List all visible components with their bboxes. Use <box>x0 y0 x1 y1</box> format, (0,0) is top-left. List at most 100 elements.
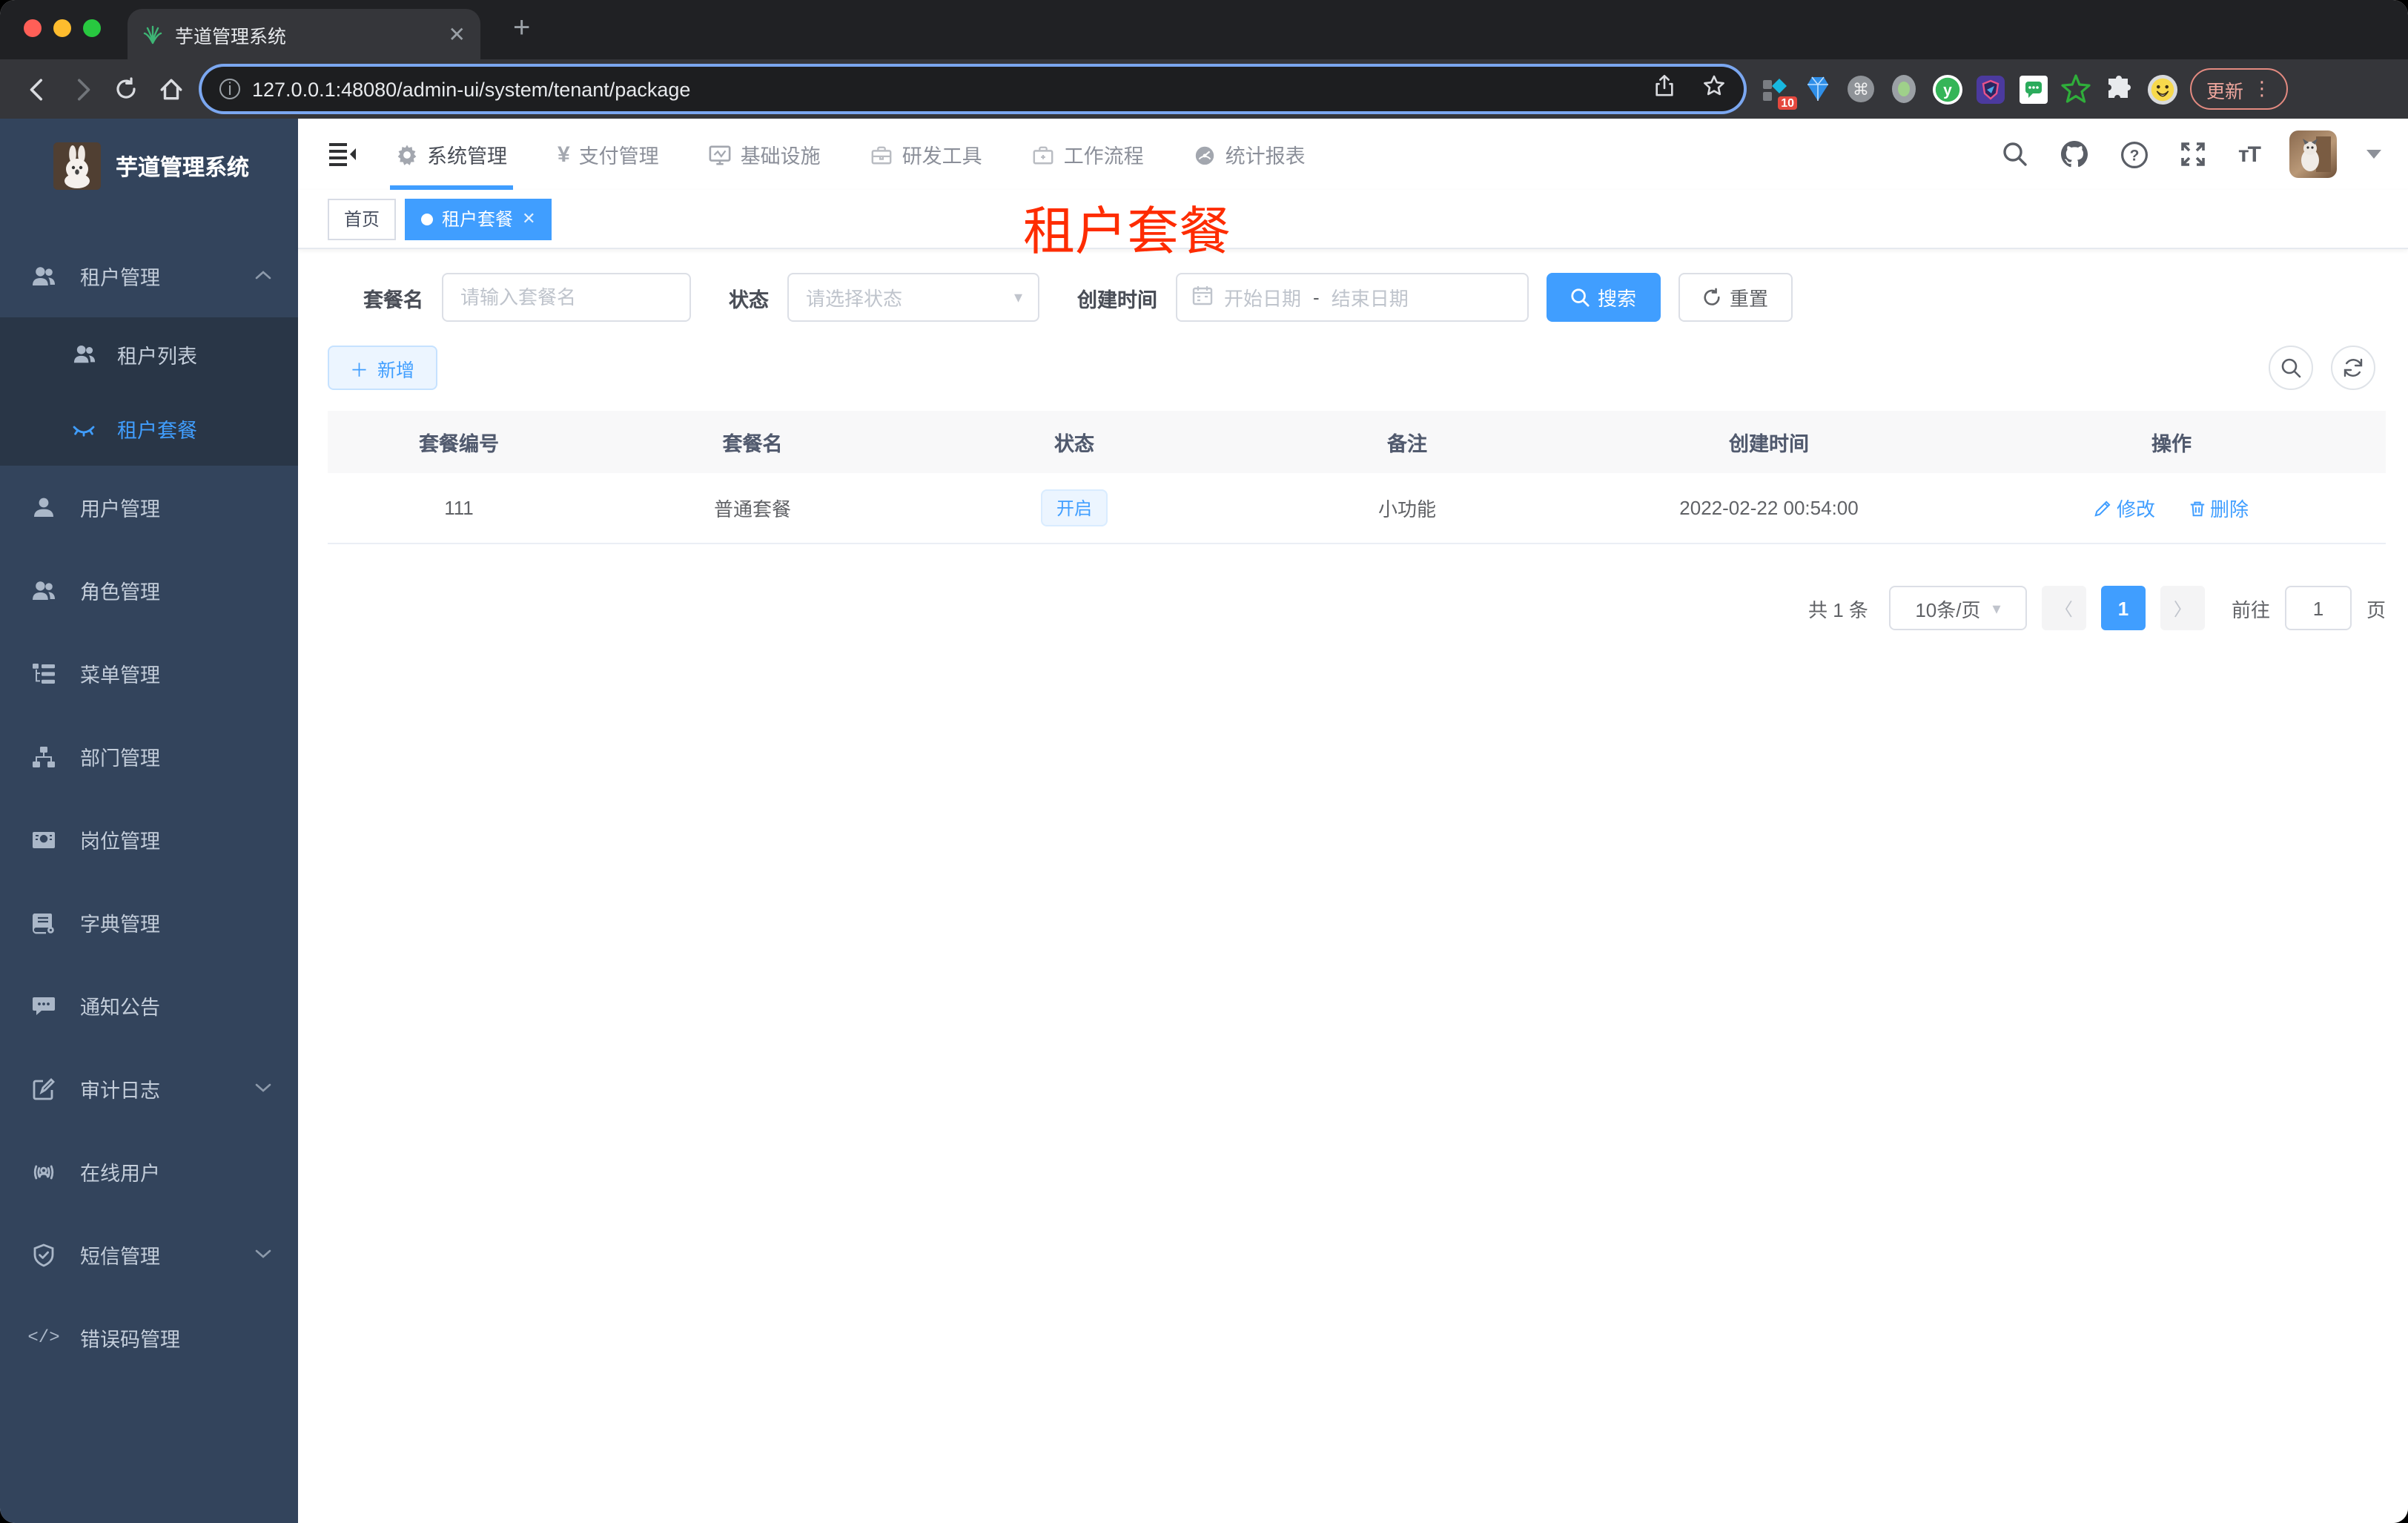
edit-link[interactable]: 修改 <box>2094 494 2155 522</box>
extension-star-icon[interactable] <box>2060 73 2092 105</box>
dictionary-icon <box>31 910 56 935</box>
sidebar-item-dept-management[interactable]: 部门管理 <box>0 715 298 798</box>
tag-close-icon[interactable]: ✕ <box>522 209 535 228</box>
sidebar-item-label: 字典管理 <box>80 914 160 936</box>
forward-icon[interactable] <box>59 67 104 111</box>
new-tab-button[interactable]: + <box>513 12 530 46</box>
search-button[interactable]: 搜索 <box>1546 273 1661 322</box>
user-avatar[interactable] <box>2289 131 2337 178</box>
sidebar-menu: 租户管理 租户列表 租户套餐 用户管理 角色管理 菜单管理 部门管理 岗位管理 … <box>0 234 298 1379</box>
pagination: 共 1 条 10条/页 ▾ 〈 1 〉 前往 页 <box>328 586 2386 630</box>
search-icon[interactable] <box>2001 139 2031 169</box>
browser-update-button[interactable]: 更新 ⋮ <box>2190 68 2289 110</box>
address-bar[interactable]: i 127.0.0.1:48080/admin-ui/system/tenant… <box>202 67 1744 111</box>
gear-icon <box>396 143 418 165</box>
cell-remark: 小功能 <box>1377 498 1436 521</box>
tag-home[interactable]: 首页 <box>328 198 397 239</box>
nav-item-infra[interactable]: 基础设施 <box>710 119 821 190</box>
sidebar-item-sms-management[interactable]: 短信管理 <box>0 1213 298 1296</box>
active-dot <box>421 213 434 225</box>
sidebar-item-online-users[interactable]: 在线用户 <box>0 1130 298 1213</box>
briefcase-icon <box>1033 143 1055 165</box>
extension-gem-icon[interactable] <box>1802 73 1834 105</box>
cell-created-time: 2022-02-22 00:54:00 <box>1679 497 1859 519</box>
goto-page-input[interactable] <box>2284 586 2352 630</box>
sidebar-item-post-management[interactable]: 岗位管理 <box>0 798 298 881</box>
nav-item-payment[interactable]: ¥ 支付管理 <box>558 119 659 190</box>
page-size-select[interactable]: 10条/页 ▾ <box>1888 586 2027 630</box>
status-select[interactable]: 请选择状态 ▾ <box>787 273 1039 322</box>
tab-title: 芋道管理系统 <box>175 26 287 47</box>
yen-icon: ¥ <box>558 142 570 167</box>
extension-oval-icon[interactable] <box>1888 73 1920 105</box>
add-button[interactable]: ＋ 新增 <box>328 346 437 390</box>
sidebar-item-tenant-package[interactable]: 租户套餐 <box>0 392 298 466</box>
package-name-input[interactable] <box>441 273 690 322</box>
tab-favicon-plant-icon <box>143 25 162 44</box>
goto-label: 前往 <box>2231 598 2270 621</box>
prev-page-button[interactable]: 〈 <box>2041 586 2086 630</box>
sidebar-item-menu-management[interactable]: 菜单管理 <box>0 632 298 715</box>
sidebar-item-user-management[interactable]: 用户管理 <box>0 466 298 549</box>
browser-tab[interactable]: 芋道管理系统 ✕ <box>128 9 480 59</box>
home-icon[interactable] <box>148 67 193 111</box>
tab-strip: 芋道管理系统 ✕ + <box>0 0 2408 59</box>
refresh-table-button[interactable] <box>2331 346 2375 390</box>
extension-tabs-icon[interactable]: 10 <box>1759 73 1797 110</box>
sidebar-submenu-tenant: 租户列表 租户套餐 <box>0 317 298 466</box>
nav-item-devtools[interactable]: 研发工具 <box>871 119 982 190</box>
date-range-picker[interactable]: 开始日期 - 结束日期 <box>1175 273 1528 322</box>
font-size-icon[interactable]: тT <box>2238 142 2261 167</box>
sidebar-item-label: 租户套餐 <box>117 420 197 442</box>
github-icon[interactable] <box>2060 139 2090 169</box>
search-icon <box>1570 288 1589 307</box>
chevron-down-icon: ▾ <box>1992 600 2001 618</box>
toggle-search-button[interactable] <box>2269 346 2313 390</box>
back-icon[interactable] <box>15 67 59 111</box>
sidebar-item-role-management[interactable]: 角色管理 <box>0 549 298 632</box>
reload-icon[interactable] <box>104 67 148 111</box>
help-icon[interactable]: ? <box>2120 139 2149 169</box>
zoom-window-button[interactable] <box>83 19 101 37</box>
page-number-1[interactable]: 1 <box>2100 586 2146 630</box>
svg-text:y: y <box>1942 82 1951 99</box>
site-info-icon[interactable]: i <box>219 79 240 99</box>
sidebar-item-errorcode-management[interactable]: </> 错误码管理 <box>0 1296 298 1379</box>
next-page-button[interactable]: 〉 <box>2160 586 2205 630</box>
extensions-puzzle-icon[interactable] <box>2103 73 2135 105</box>
delete-link[interactable]: 删除 <box>2188 494 2249 522</box>
sidebar-item-tenant-list[interactable]: 租户列表 <box>0 317 298 392</box>
minimize-window-button[interactable] <box>53 19 71 37</box>
tab-close-icon[interactable]: ✕ <box>449 24 466 44</box>
sidebar-collapse-icon[interactable] <box>325 138 357 171</box>
main-area: 租户套餐 系统管理 ¥ 支付管理 基础设施 研发工具 工作流程 统计报表 ? т… <box>298 119 2408 1523</box>
date-start-placeholder: 开始日期 <box>1224 288 1302 310</box>
tag-label: 首页 <box>344 209 380 230</box>
sidebar-logo[interactable]: 芋道管理系统 <box>0 119 298 202</box>
nav-item-system[interactable]: 系统管理 <box>390 119 513 190</box>
reset-button[interactable]: 重置 <box>1678 273 1793 322</box>
extension-shield-icon[interactable] <box>1974 73 2006 105</box>
share-icon[interactable] <box>1653 73 1676 105</box>
status-placeholder: 请选择状态 <box>806 288 903 310</box>
bookmark-star-icon[interactable] <box>1702 73 1726 105</box>
fullscreen-icon[interactable] <box>2179 139 2209 169</box>
extension-command-icon[interactable]: ⌘ <box>1845 73 1877 105</box>
sidebar-item-audit-log[interactable]: 审计日志 <box>0 1047 298 1130</box>
extension-chat-icon[interactable] <box>2017 73 2049 105</box>
extension-y-icon[interactable]: y <box>1931 73 1963 105</box>
sidebar-item-notice[interactable]: 通知公告 <box>0 964 298 1047</box>
sidebar-item-label: 用户管理 <box>80 498 160 521</box>
browser-menu-icon[interactable]: ⋮ <box>2252 77 2272 101</box>
close-window-button[interactable] <box>24 19 42 37</box>
sidebar-item-tenant-management[interactable]: 租户管理 <box>0 234 298 317</box>
page-content: 套餐名 状态 请选择状态 ▾ 创建时间 开始日期 - 结束日期 <box>298 249 2408 1523</box>
sidebar-item-label: 错误码管理 <box>80 1329 180 1351</box>
nav-item-workflow[interactable]: 工作流程 <box>1033 119 1144 190</box>
tag-tenant-package[interactable]: 租户套餐 ✕ <box>405 198 552 239</box>
sidebar-item-dict-management[interactable]: 字典管理 <box>0 881 298 964</box>
nav-item-reports[interactable]: 统计报表 <box>1194 119 1306 190</box>
profile-avatar-icon[interactable] <box>2146 73 2178 105</box>
avatar-caret-icon[interactable] <box>2366 150 2381 159</box>
cell-package-id: 111 <box>444 497 474 519</box>
